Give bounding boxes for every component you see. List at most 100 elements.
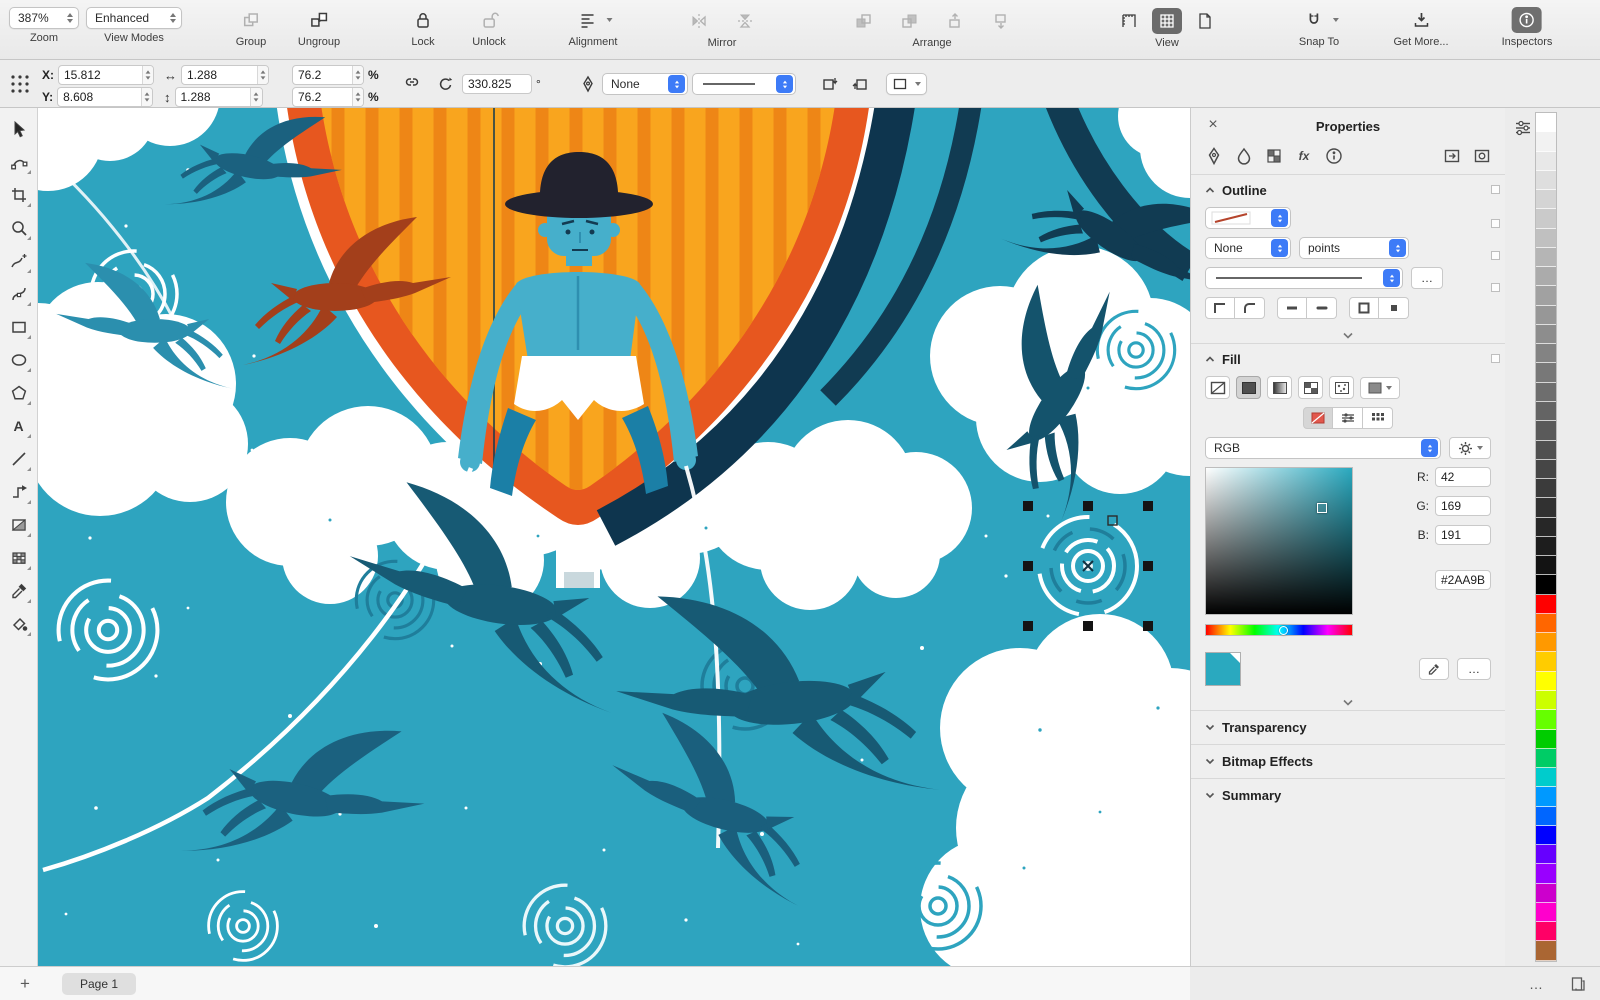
g-input[interactable] <box>1436 499 1490 513</box>
rotate-button[interactable] <box>434 73 458 95</box>
line-style-popup[interactable] <box>692 73 796 95</box>
object-height-field[interactable] <box>174 87 263 107</box>
palette-swatch[interactable] <box>1536 190 1556 210</box>
grid-view-button[interactable] <box>1152 7 1182 34</box>
page-tab[interactable]: Page 1 <box>62 972 137 995</box>
palette-swatch[interactable] <box>1536 132 1556 152</box>
scale-height-field[interactable] <box>292 87 364 107</box>
text-tool[interactable]: A <box>4 410 34 441</box>
summary-section-header[interactable]: Summary <box>1191 779 1505 812</box>
scale-width-input[interactable] <box>293 68 353 82</box>
inspector-settings-button[interactable] <box>1511 116 1535 140</box>
lock-ratio-button[interactable] <box>400 71 424 93</box>
fill-tab[interactable] <box>1231 144 1257 168</box>
palette-swatch[interactable] <box>1536 228 1556 248</box>
object-width-input[interactable] <box>182 68 257 82</box>
stepper-arrows[interactable] <box>141 66 153 84</box>
freehand-tool[interactable] <box>4 245 34 276</box>
palette-swatch[interactable] <box>1536 922 1556 942</box>
stepper-arrows[interactable] <box>140 88 153 106</box>
ungroup-button[interactable] <box>304 7 334 33</box>
page-view-button[interactable] <box>1190 8 1220 34</box>
view-modes-popup[interactable]: Enhanced <box>86 7 182 29</box>
transparency-tab[interactable] <box>1261 144 1287 168</box>
palette-swatch[interactable] <box>1536 517 1556 537</box>
palette-swatch[interactable] <box>1536 902 1556 923</box>
fountain-fill-button[interactable] <box>1267 376 1292 399</box>
outline-line-style-popup[interactable] <box>1205 267 1403 289</box>
color-sliders-button[interactable] <box>1333 407 1363 429</box>
chevron-up-icon[interactable] <box>1205 187 1215 194</box>
round-cap-button[interactable] <box>1307 297 1337 319</box>
palette-swatch[interactable] <box>1536 690 1556 711</box>
snap-to-button[interactable] <box>1299 7 1329 33</box>
outline-width-popup[interactable]: None <box>1205 237 1291 259</box>
palette-swatch[interactable] <box>1536 536 1556 557</box>
to-back-button[interactable] <box>986 8 1016 34</box>
palette-swatch[interactable] <box>1536 575 1556 595</box>
palette-swatch[interactable] <box>1536 845 1556 865</box>
rotation-input[interactable] <box>463 77 531 91</box>
color-viewers-button[interactable] <box>1303 407 1333 429</box>
color-settings-popup[interactable] <box>1449 437 1491 459</box>
send-backward-button[interactable] <box>894 8 924 34</box>
selection-handle[interactable] <box>1083 501 1093 511</box>
get-more-button[interactable] <box>1406 7 1436 33</box>
color-field-cursor[interactable] <box>1316 503 1327 514</box>
canvas-artwork[interactable] <box>38 108 1190 966</box>
palette-swatch[interactable] <box>1536 113 1556 133</box>
palette-swatch[interactable] <box>1536 267 1556 287</box>
document-palette[interactable] <box>1535 112 1557 962</box>
interactive-fill-tool[interactable] <box>4 509 34 540</box>
stepper-arrows[interactable] <box>250 88 262 106</box>
x-position-field[interactable] <box>58 65 154 85</box>
pen-tool[interactable] <box>4 278 34 309</box>
no-fill-button[interactable] <box>1205 376 1230 399</box>
eyedropper-button[interactable] <box>1419 658 1449 680</box>
eyedropper-tool[interactable] <box>4 575 34 606</box>
palette-swatch[interactable] <box>1536 363 1556 383</box>
close-icon[interactable]: × <box>1203 115 1223 135</box>
x-position-input[interactable] <box>59 68 142 82</box>
palette-swatch[interactable] <box>1536 633 1556 653</box>
palette-swatch[interactable] <box>1536 710 1556 730</box>
rulers-view-button[interactable] <box>1114 8 1144 34</box>
line-style-more-button[interactable]: … <box>1411 267 1443 289</box>
line-cap-buttons[interactable] <box>1277 297 1337 319</box>
palette-swatch[interactable] <box>1536 421 1556 441</box>
corner-style-buttons[interactable] <box>1205 297 1265 319</box>
object-height-input[interactable] <box>175 90 251 104</box>
anchor-point-selector[interactable] <box>8 72 32 96</box>
palette-swatch[interactable] <box>1536 382 1556 402</box>
polygon-tool[interactable] <box>4 377 34 408</box>
palette-swatch[interactable] <box>1536 286 1556 306</box>
fill-options-popup[interactable] <box>1360 376 1400 399</box>
palette-swatch[interactable] <box>1536 748 1556 769</box>
outline-tab[interactable] <box>1201 144 1227 168</box>
unlock-button[interactable] <box>474 7 504 33</box>
palette-swatch[interactable] <box>1536 151 1556 171</box>
outline-position-buttons[interactable] <box>1349 297 1409 319</box>
palette-swatch[interactable] <box>1536 883 1556 903</box>
color-model-popup[interactable]: RGB <box>1205 437 1441 459</box>
effects-tab[interactable]: fx <box>1291 144 1317 168</box>
hex-input[interactable] <box>1436 573 1490 587</box>
collapse-fill-button[interactable] <box>1191 694 1505 710</box>
inspectors-button[interactable] <box>1512 7 1542 33</box>
wrap-front-button[interactable] <box>848 73 872 95</box>
wrap-behind-button[interactable] <box>818 73 842 95</box>
selection-handle[interactable] <box>1143 621 1153 631</box>
line-tool[interactable] <box>4 443 34 474</box>
texture-fill-button[interactable] <box>1329 376 1354 399</box>
mirror-vertical-button[interactable] <box>730 8 760 34</box>
palette-swatch[interactable] <box>1536 401 1556 422</box>
chevron-up-icon[interactable] <box>1205 356 1215 363</box>
selection-handle[interactable] <box>1143 561 1153 571</box>
powerclip-icon-button[interactable] <box>1469 144 1495 168</box>
to-front-button[interactable] <box>940 8 970 34</box>
palette-swatch[interactable] <box>1536 806 1556 826</box>
selection-handle[interactable] <box>1143 501 1153 511</box>
palette-swatch[interactable] <box>1536 170 1556 191</box>
y-position-field[interactable] <box>57 87 154 107</box>
hue-slider-marker[interactable] <box>1279 626 1288 635</box>
